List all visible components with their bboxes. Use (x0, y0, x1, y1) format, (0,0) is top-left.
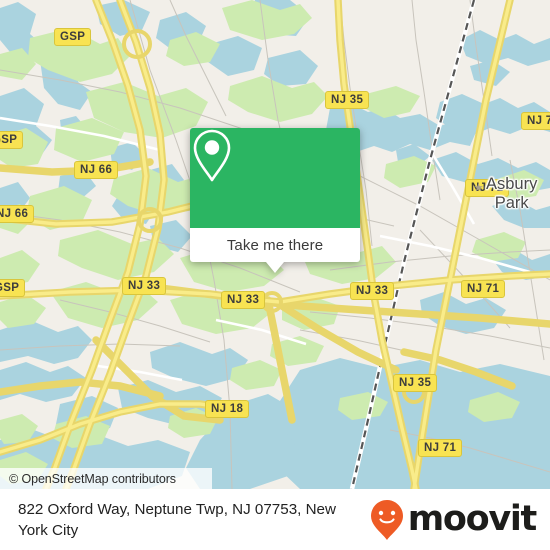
popup-pointer (266, 262, 284, 273)
popup-action-row[interactable]: Take me there (190, 228, 360, 262)
moovit-wordmark: moovit (407, 499, 538, 539)
map-screenshot: GSP NJ 35 NJ 71 GSP NJ 66 NJ 66 NJ 71 GS… (0, 0, 550, 550)
road-shield: NJ 71 (521, 112, 550, 130)
footer-bar: 822 Oxford Way, Neptune Twp, NJ 07753, N… (0, 489, 550, 550)
moovit-logo[interactable]: moovit (370, 499, 538, 541)
osm-attribution-text: © OpenStreetMap contributors (9, 471, 176, 486)
map-canvas[interactable]: GSP NJ 35 NJ 71 GSP NJ 66 NJ 66 NJ 71 GS… (0, 0, 550, 489)
road-shield: NJ 71 (461, 280, 506, 298)
road-shield: NJ 18 (205, 400, 250, 418)
road-shield: NJ 33 (122, 277, 167, 295)
place-label-line1: Asbury (486, 175, 538, 193)
road-shield: NJ 66 (0, 205, 35, 223)
osm-attribution[interactable]: © OpenStreetMap contributors (0, 468, 212, 489)
road-shield: NJ 35 (325, 91, 370, 109)
road-shield: GSP (54, 28, 92, 46)
road-shield: GSP (0, 131, 24, 149)
road-shield: NJ 71 (418, 439, 463, 457)
moovit-pin-icon (370, 499, 403, 540)
place-label-line2: Park (494, 194, 529, 212)
road-shield: GSP (0, 279, 26, 297)
road-shield: NJ 35 (393, 374, 438, 392)
popup-header (190, 128, 360, 228)
map-pin-icon (193, 129, 231, 182)
address-text: 822 Oxford Way, Neptune Twp, NJ 07753, N… (18, 500, 336, 539)
road-shield: NJ 33 (221, 291, 266, 309)
take-me-there-label: Take me there (226, 236, 324, 254)
place-marker-icon (474, 183, 483, 192)
location-popup-card[interactable]: Take me there (190, 128, 360, 273)
road-shield: NJ 33 (350, 282, 395, 300)
road-shield: NJ 66 (74, 161, 119, 179)
place-label-asbury-park: Asbury Park (486, 175, 537, 213)
